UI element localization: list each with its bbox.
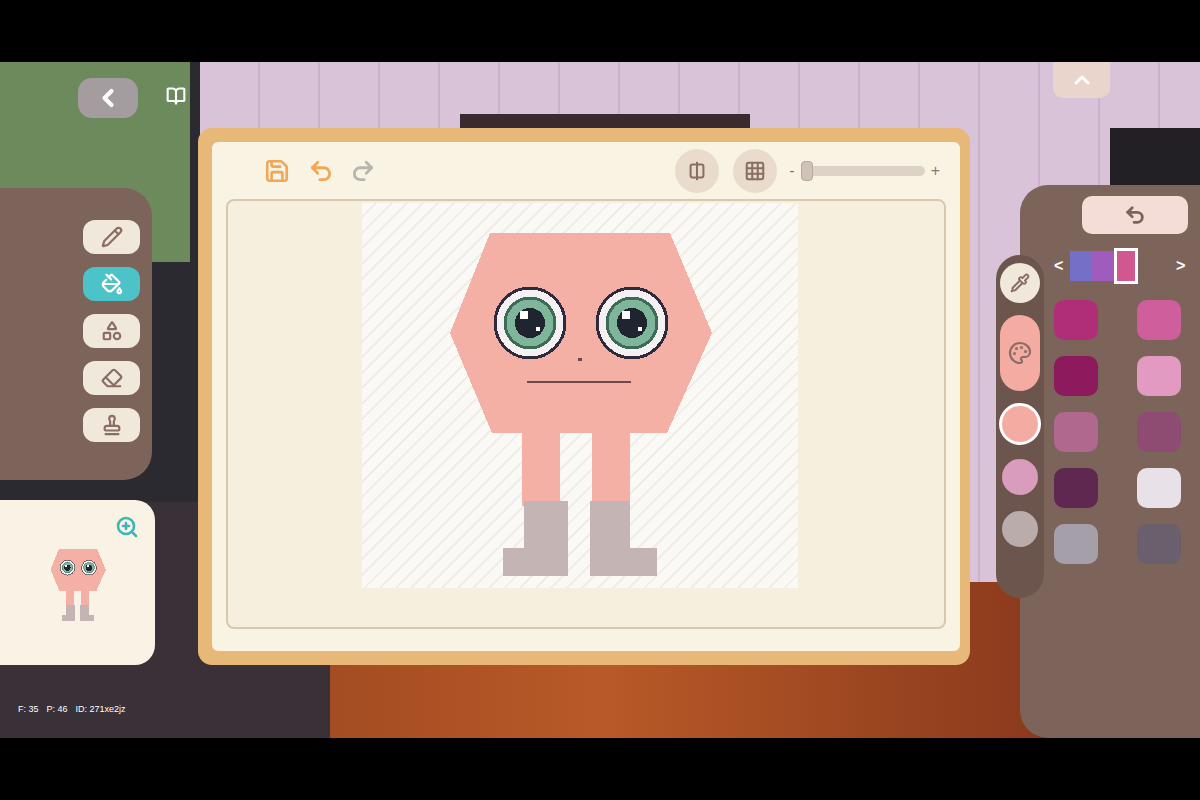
back-icon <box>94 84 122 112</box>
shelf <box>460 114 750 128</box>
eraser-icon <box>101 367 123 389</box>
palette-undo-button[interactable] <box>1082 196 1188 234</box>
palette-panel: <> <box>996 185 1200 738</box>
editor-toolbar: -+ <box>226 142 946 199</box>
grid-button[interactable] <box>733 149 777 193</box>
grid-icon <box>744 160 766 182</box>
color-swatch[interactable] <box>1137 412 1181 452</box>
id-label: ID: 271xe2jz <box>76 705 126 714</box>
guide-button[interactable] <box>164 84 188 108</box>
undo-icon <box>308 158 334 184</box>
palette-page[interactable] <box>1114 248 1138 284</box>
pencil-icon <box>101 226 123 248</box>
ping-label: P: 46 <box>47 705 68 714</box>
preview-panel <box>0 500 155 665</box>
eye <box>60 560 75 575</box>
game-screen: -+<>F: 35P: 46ID: 271xe2jz <box>0 0 1200 800</box>
canvas-frame <box>226 199 946 629</box>
drawing-board: -+ <box>198 128 970 665</box>
tool-button[interactable] <box>83 314 140 348</box>
palette-page[interactable] <box>1092 251 1114 281</box>
color-mode-column <box>996 255 1044 598</box>
zoom-control: -+ <box>789 163 940 179</box>
tool-button[interactable] <box>83 408 140 442</box>
zoom-plus[interactable]: + <box>931 163 940 179</box>
undo-button[interactable] <box>306 156 336 186</box>
eye <box>495 288 565 358</box>
tool-button[interactable] <box>83 267 140 301</box>
tool-button[interactable] <box>83 361 140 395</box>
redo-icon <box>350 158 376 184</box>
collapse-button[interactable] <box>1053 62 1110 98</box>
palette-next[interactable]: > <box>1176 254 1190 278</box>
undo-icon <box>1124 204 1146 226</box>
recent-color[interactable] <box>1000 509 1040 549</box>
palette-prev[interactable]: < <box>1054 254 1068 278</box>
palette-page-strip <box>1070 248 1138 284</box>
eyedropper-mode-button[interactable] <box>1000 263 1040 303</box>
fps-label: F: 35 <box>18 705 39 714</box>
palette-page[interactable] <box>1070 251 1092 281</box>
zoom-preview-button[interactable] <box>114 514 140 540</box>
color-swatch[interactable] <box>1054 468 1098 508</box>
fill-icon <box>101 273 123 295</box>
color-swatch[interactable] <box>1137 356 1181 396</box>
eyedropper-icon <box>1010 273 1030 293</box>
color-swatch[interactable] <box>1137 300 1181 340</box>
save-button[interactable] <box>262 156 292 186</box>
zoom-slider[interactable] <box>801 166 925 176</box>
recent-color[interactable] <box>999 403 1041 445</box>
color-swatch[interactable] <box>1054 356 1098 396</box>
drawing-art <box>32 542 124 624</box>
shapes-icon <box>101 320 123 342</box>
eye <box>597 288 667 358</box>
eye <box>81 560 96 575</box>
palette-icon <box>1008 341 1032 365</box>
save-icon <box>264 158 290 184</box>
back-button[interactable] <box>78 78 138 118</box>
drawing-canvas[interactable] <box>362 203 798 588</box>
bottom-letterbox <box>0 738 1200 800</box>
redo-button[interactable] <box>348 156 378 186</box>
zoom-minus[interactable]: - <box>789 163 794 179</box>
mirror-icon <box>686 160 708 182</box>
color-swatch[interactable] <box>1137 524 1181 564</box>
palette-mode-button[interactable] <box>1000 315 1040 391</box>
color-swatch[interactable] <box>1054 524 1098 564</box>
color-swatch[interactable] <box>1137 468 1181 508</box>
color-swatch[interactable] <box>1054 300 1098 340</box>
recent-color[interactable] <box>1000 457 1040 497</box>
book-icon <box>166 86 186 106</box>
game-scene: -+<>F: 35P: 46ID: 271xe2jz <box>0 62 1200 738</box>
zoom-in-icon <box>115 515 139 539</box>
top-letterbox <box>0 0 1200 62</box>
palette-body: <> <box>1020 185 1200 738</box>
chevron-up-icon <box>1070 68 1094 92</box>
zoom-thumb[interactable] <box>801 161 813 181</box>
swatch-grid <box>1054 300 1190 564</box>
drawing-art <box>362 203 798 588</box>
stamp-icon <box>101 414 123 436</box>
color-swatch[interactable] <box>1054 412 1098 452</box>
mirror-button[interactable] <box>675 149 719 193</box>
tool-button[interactable] <box>83 220 140 254</box>
palette-page-row: <> <box>1054 248 1190 284</box>
tool-panel <box>0 188 152 480</box>
paper: -+ <box>212 142 960 651</box>
debug-info: F: 35 P: 46 ID: 271xe2jz <box>18 705 126 714</box>
